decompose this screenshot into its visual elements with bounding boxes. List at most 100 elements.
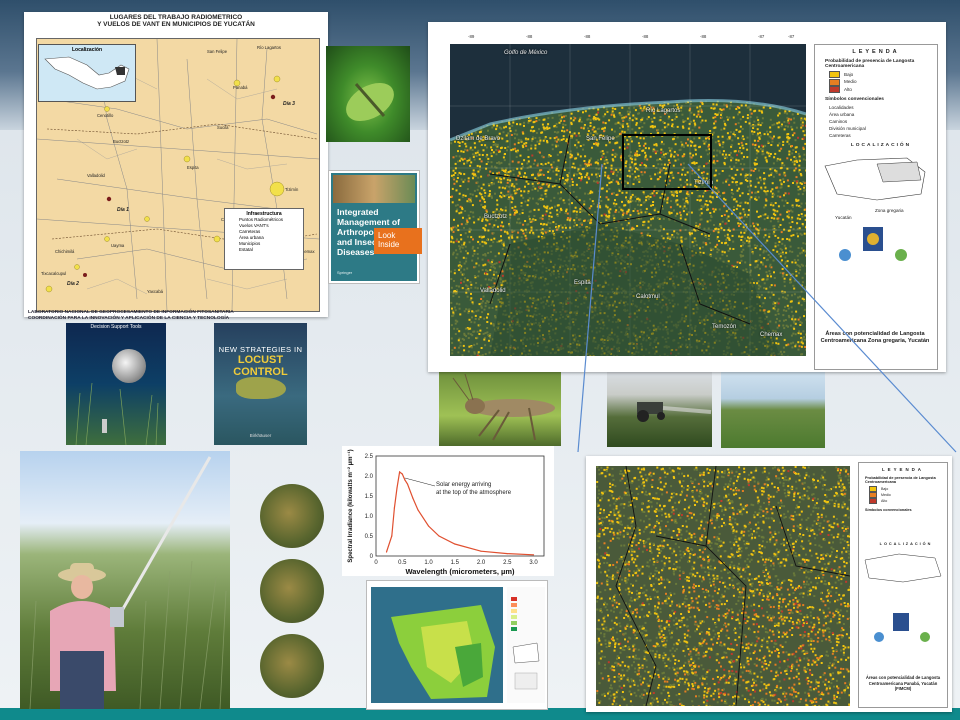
book-cover-photo (333, 175, 415, 203)
zoom-probability-map: LEYENDA Probabilidad de presencia de Lan… (586, 456, 952, 712)
place-label: Espita (574, 280, 591, 286)
annotation-pointer (404, 477, 436, 487)
swatch-icon (829, 71, 840, 79)
x-tick-label: 0 (374, 560, 378, 566)
book-integrated-management[interactable]: Integrated Management of Arthropod Pests… (328, 170, 420, 284)
place-label: Temozón (712, 324, 737, 330)
book-locust-control[interactable]: NEW STRATEGIES IN LOCUST CONTROL Birkhäu… (214, 323, 307, 445)
spectrum-point (399, 471, 401, 473)
day2-label: Día 2 (67, 281, 79, 287)
legend-title: LEYENDA (852, 49, 900, 55)
place-label: Buctzotz (484, 214, 508, 220)
location-mini-map (864, 553, 942, 583)
crop-field-photo (721, 372, 825, 448)
spectrum-svg: 0 0.5 1.0 1.5 2.0 2.5 3.000.51.01.52.02.5Wavel… (347, 449, 545, 576)
lon-tick: -88 (584, 34, 591, 39)
spectrum-point (427, 525, 430, 527)
symbol-item: División municipal (829, 125, 866, 131)
lon-tick: -87 (788, 34, 795, 39)
lon-tick: -87 (758, 34, 765, 39)
legend-title: LEYENDA (882, 467, 924, 472)
legend-swatches (511, 597, 540, 690)
radiometric-map: LUGARES DEL TRABAJO RADIOMETRICO Y VUELO… (24, 12, 328, 321)
y-tick-label: 0 (370, 554, 374, 560)
map-title-block: Áreas con potencialidad de Langosta Cent… (865, 675, 941, 691)
leaf-sample-photo-2 (260, 559, 324, 623)
town-label: Buctzotz (113, 139, 130, 144)
logos (874, 613, 930, 642)
place-label: Valladolid (480, 288, 506, 294)
probability-title: Probabilidad de presencia de Langosta Ce… (865, 476, 936, 484)
lon-tick: -88 (642, 34, 649, 39)
map-image: Golfo de México Río Lagartos San Felipe … (450, 44, 806, 356)
spectrum-point (532, 554, 535, 556)
place-label: San Felipe (586, 136, 615, 142)
legend-label: Bajo (881, 486, 889, 491)
town-label: Panabá (233, 85, 248, 90)
y-axis-label: Spectral Irradiance (kilowatts m⁻² µm⁻¹) (347, 449, 354, 562)
zoom-map-image (596, 466, 850, 706)
day1-label: Día 1 (117, 207, 129, 213)
legend-item-alto: Alto (869, 498, 947, 504)
book-decision-support[interactable]: Decision Support Tools (66, 323, 166, 445)
probability-title: Probabilidad de presencia de Langosta Ce… (825, 59, 915, 69)
town-label: Río Lagartos (257, 45, 281, 50)
peninsula-shape (391, 605, 495, 699)
solar-spectrum-chart: 0 0.5 1.0 1.5 2.0 2.5 3.0 0 0.5 1.0 1.5 2.0 2.5 Wavel… (342, 446, 554, 576)
y-tick-label: 1.5 (365, 494, 374, 500)
look-inside-button[interactable]: Look Inside (374, 228, 422, 254)
zone-label: Zona gregaria (875, 207, 904, 213)
symbol-item: Área urbana (829, 111, 855, 117)
book-publisher: Birkhäuser (249, 433, 272, 438)
grasshopper-photo (439, 370, 561, 446)
symbol-item: Localidades (829, 104, 854, 110)
y-tick-label: 2.5 (365, 454, 374, 460)
place-label: Chemax (760, 332, 783, 338)
locust-probability-map: Golfo de México Río Lagartos San Felipe … (428, 22, 946, 372)
town-label: Tixcacalcupul (41, 271, 67, 276)
spectrum-point (404, 479, 406, 481)
x-tick-label: 0.5 (398, 560, 407, 566)
symbol-item: Caminos (829, 118, 848, 124)
footer-line2: COORDINACIÓN PARA LA INNOVACIÓN Y APLICA… (28, 315, 230, 321)
location-mini-map (824, 157, 926, 201)
map-title-block: Áreas con potencialidad de Langosta Cent… (820, 331, 930, 344)
place-label: Río Lagartos (646, 108, 681, 114)
plot-frame (375, 455, 545, 557)
map-title-line1: LUGARES DEL TRABAJO RADIOMETRICO (109, 14, 243, 21)
zoom-area-rectangle (622, 134, 712, 190)
spectrum-point (480, 550, 482, 552)
spectrum-point (412, 497, 414, 499)
x-tick-label: 3.0 (529, 560, 538, 566)
map-footer: LABORATORIO NACIONAL DE GEOPROCESAMIENTO… (28, 310, 328, 321)
spectrum-point (385, 551, 388, 553)
x-tick-label: 1.0 (424, 560, 433, 566)
tractor-icon (637, 402, 712, 422)
location-title: LOCALIZACIÓN (850, 142, 912, 148)
map-background (596, 466, 850, 706)
legend-item-bajo: Bajo (829, 71, 937, 79)
book-publisher: Springer (337, 270, 353, 275)
locust-icon (236, 377, 286, 399)
y-tick-label: 0.5 (365, 534, 374, 540)
legend-label: Medio (844, 79, 857, 85)
tractor-spraying-photo (607, 372, 712, 447)
legend-label: Bajo (844, 72, 854, 77)
person-with-pole (29, 456, 227, 709)
town-label: Yaxcabá (147, 289, 163, 294)
legend-item: Estatal (239, 247, 253, 252)
annotation-text: at the top of the atmosphere (436, 490, 512, 496)
spectrum-point (438, 535, 440, 537)
symbols-title: Símbolos convencionales (865, 508, 912, 512)
lon-tick: -89 (468, 34, 475, 39)
spectrum-point (393, 507, 395, 509)
town-label: Chichimilá (55, 249, 75, 254)
location-title: LOCALIZACIÓN (879, 542, 933, 546)
map-title-line2: Y VUELOS DE VANT EN MUNICIPIOS DE YUCATÁ… (97, 21, 255, 28)
book-subtitle: NEW STRATEGIES IN (218, 345, 303, 354)
spectrum-point (454, 543, 456, 545)
satellite-image (371, 587, 503, 703)
mexico-shape (44, 56, 130, 90)
legend-item-medio: Medio (829, 78, 937, 86)
place-label: Calotmul (636, 294, 660, 300)
